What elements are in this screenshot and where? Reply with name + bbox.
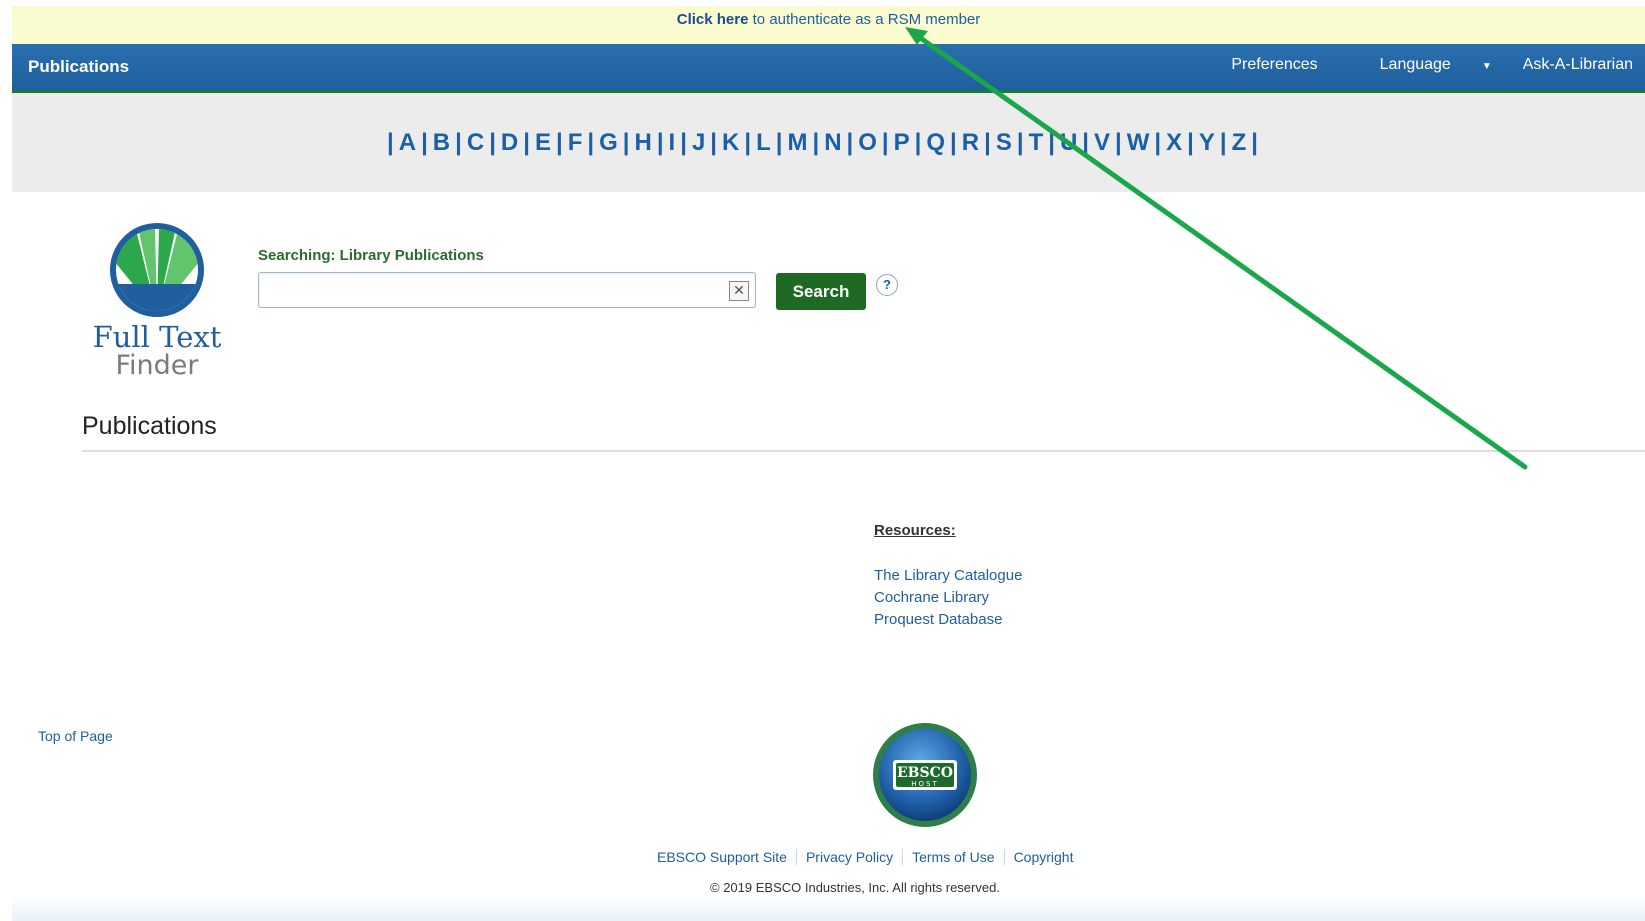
alphabet-separator: | — [1154, 129, 1162, 156]
alphabet-link-u[interactable]: U — [1060, 129, 1077, 157]
alphabet-row: | A | B | C | D | E | F | G | H | I | J | K | L | M | N | O | P | Q | R | S | T… — [382, 129, 1263, 157]
footer-link-support[interactable]: EBSCO Support Site — [657, 849, 796, 865]
resource-link-proquest[interactable]: Proquest Database — [874, 609, 1022, 631]
resource-link-catalogue[interactable]: The Library Catalogue — [874, 565, 1022, 587]
alphabet-separator: | — [846, 129, 854, 156]
language-dropdown[interactable]: Language ▼ — [1349, 56, 1492, 74]
nav-links: Preferences Language ▼ Ask-A-Librarian — [1200, 56, 1633, 74]
alphabet-separator: | — [387, 129, 394, 156]
alphabet-link-c[interactable]: C — [467, 129, 484, 157]
alphabet-link-z[interactable]: Z — [1232, 129, 1247, 157]
authenticate-link-rest[interactable]: to authenticate as a RSM member — [748, 11, 981, 28]
alphabet-separator: | — [455, 129, 462, 156]
alphabet-link-q[interactable]: Q — [926, 129, 945, 157]
footer-links: EBSCO Support Site Privacy Policy Terms … — [657, 849, 1082, 865]
auth-banner: Click here to authenticate as a RSM memb… — [12, 6, 1645, 44]
alphabet-link-l[interactable]: L — [756, 129, 771, 157]
alphabet-separator: | — [555, 129, 563, 156]
finder-logo-icon — [110, 223, 204, 317]
alphabet-separator: | — [1219, 129, 1227, 156]
authenticate-link-strong[interactable]: Click here — [677, 11, 749, 28]
alphabet-link-x[interactable]: X — [1166, 129, 1182, 157]
alphabet-separator: | — [680, 129, 687, 156]
alphabet-link-n[interactable]: N — [824, 129, 841, 157]
alphabet-separator: | — [1251, 129, 1258, 156]
alphabet-separator: | — [523, 129, 530, 156]
divider — [82, 450, 1645, 452]
page-title: Publications — [82, 412, 217, 440]
search-button[interactable]: Search — [776, 273, 866, 310]
top-of-page-link[interactable]: Top of Page — [38, 728, 113, 744]
page: Click here to authenticate as a RSM memb… — [12, 0, 1645, 921]
footer-link-terms[interactable]: Terms of Use — [902, 849, 1003, 865]
clear-icon[interactable]: ✕ — [729, 281, 749, 301]
alphabet-separator: | — [1187, 129, 1194, 156]
alphabet-link-k[interactable]: K — [722, 129, 739, 157]
alphabet-bar: | A | B | C | D | E | F | G | H | I | J | K | L | M | N | O | P | Q | R | S | T… — [12, 93, 1645, 192]
alphabet-link-b[interactable]: B — [433, 129, 450, 157]
alphabet-separator: | — [950, 129, 957, 156]
alphabet-link-f[interactable]: F — [568, 129, 583, 157]
search-scope-label: Searching: Library Publications — [258, 247, 484, 264]
alphabet-link-i[interactable]: I — [669, 129, 676, 157]
full-text-finder-logo: Full Text Finder — [82, 222, 232, 382]
alphabet-link-h[interactable]: H — [634, 129, 651, 157]
language-label[interactable]: Language — [1380, 56, 1451, 73]
ebsco-logo-text: EBSCO — [897, 765, 953, 781]
alphabet-link-j[interactable]: J — [692, 129, 705, 157]
alphabet-link-r[interactable]: R — [962, 129, 979, 157]
nav-brand[interactable]: Publications — [28, 57, 129, 77]
logo-line-2: Finder — [115, 350, 199, 381]
alphabet-link-p[interactable]: P — [894, 129, 910, 157]
alphabet-link-e[interactable]: E — [535, 129, 551, 157]
alphabet-separator: | — [1082, 129, 1090, 156]
alphabet-separator: | — [587, 129, 595, 156]
alphabet-link-w[interactable]: W — [1127, 129, 1150, 157]
alphabet-link-y[interactable]: Y — [1199, 129, 1215, 157]
alphabet-link-m[interactable]: M — [787, 129, 807, 157]
authenticate-link[interactable]: Click here to authenticate as a RSM memb… — [677, 11, 981, 28]
alphabet-separator: | — [656, 129, 664, 156]
alphabet-separator: | — [421, 129, 428, 156]
footer-link-privacy[interactable]: Privacy Policy — [795, 849, 902, 865]
ebsco-host-logo: EBSCO HOST — [873, 723, 977, 827]
alphabet-link-g[interactable]: G — [599, 129, 618, 157]
alphabet-link-d[interactable]: D — [501, 129, 518, 157]
alphabet-separator: | — [914, 129, 922, 156]
alphabet-separator: | — [812, 129, 820, 156]
logo-line-1: Full Text — [92, 320, 222, 354]
resource-link-cochrane[interactable]: Cochrane Library — [874, 587, 1022, 609]
alphabet-link-o[interactable]: O — [858, 129, 877, 157]
alphabet-separator: | — [881, 129, 889, 156]
search-input[interactable] — [265, 273, 709, 307]
alphabet-separator: | — [489, 129, 496, 156]
resources-title: Resources: — [874, 522, 956, 539]
alphabet-link-a[interactable]: A — [399, 129, 416, 157]
resources-panel: Resources: The Library Catalogue Cochran… — [874, 522, 1022, 631]
alphabet-separator: | — [622, 129, 630, 156]
alphabet-separator: | — [744, 129, 752, 156]
alphabet-separator: | — [710, 129, 718, 156]
preferences-link[interactable]: Preferences — [1231, 56, 1317, 74]
caret-down-icon: ▼ — [1481, 61, 1492, 72]
alphabet-separator: | — [1016, 129, 1024, 156]
alphabet-separator: | — [984, 129, 991, 156]
bottom-bar — [12, 896, 1645, 921]
top-navigation: Publications Preferences Language ▼ Ask-A… — [12, 44, 1645, 93]
help-icon[interactable]: ? — [876, 274, 898, 296]
copyright-text: © 2019 EBSCO Industries, Inc. All rights… — [710, 880, 1000, 895]
alphabet-link-s[interactable]: S — [996, 129, 1012, 157]
alphabet-separator: | — [775, 129, 783, 156]
ask-librarian-link[interactable]: Ask-A-Librarian — [1523, 56, 1633, 74]
search-box[interactable]: ✕ — [258, 272, 756, 308]
ebsco-logo-sub: HOST — [911, 780, 939, 788]
alphabet-separator: | — [1115, 129, 1122, 156]
alphabet-link-v[interactable]: V — [1094, 129, 1110, 157]
footer-link-copyright[interactable]: Copyright — [1003, 849, 1083, 865]
alphabet-link-t[interactable]: T — [1029, 129, 1044, 157]
alphabet-separator: | — [1048, 129, 1055, 156]
